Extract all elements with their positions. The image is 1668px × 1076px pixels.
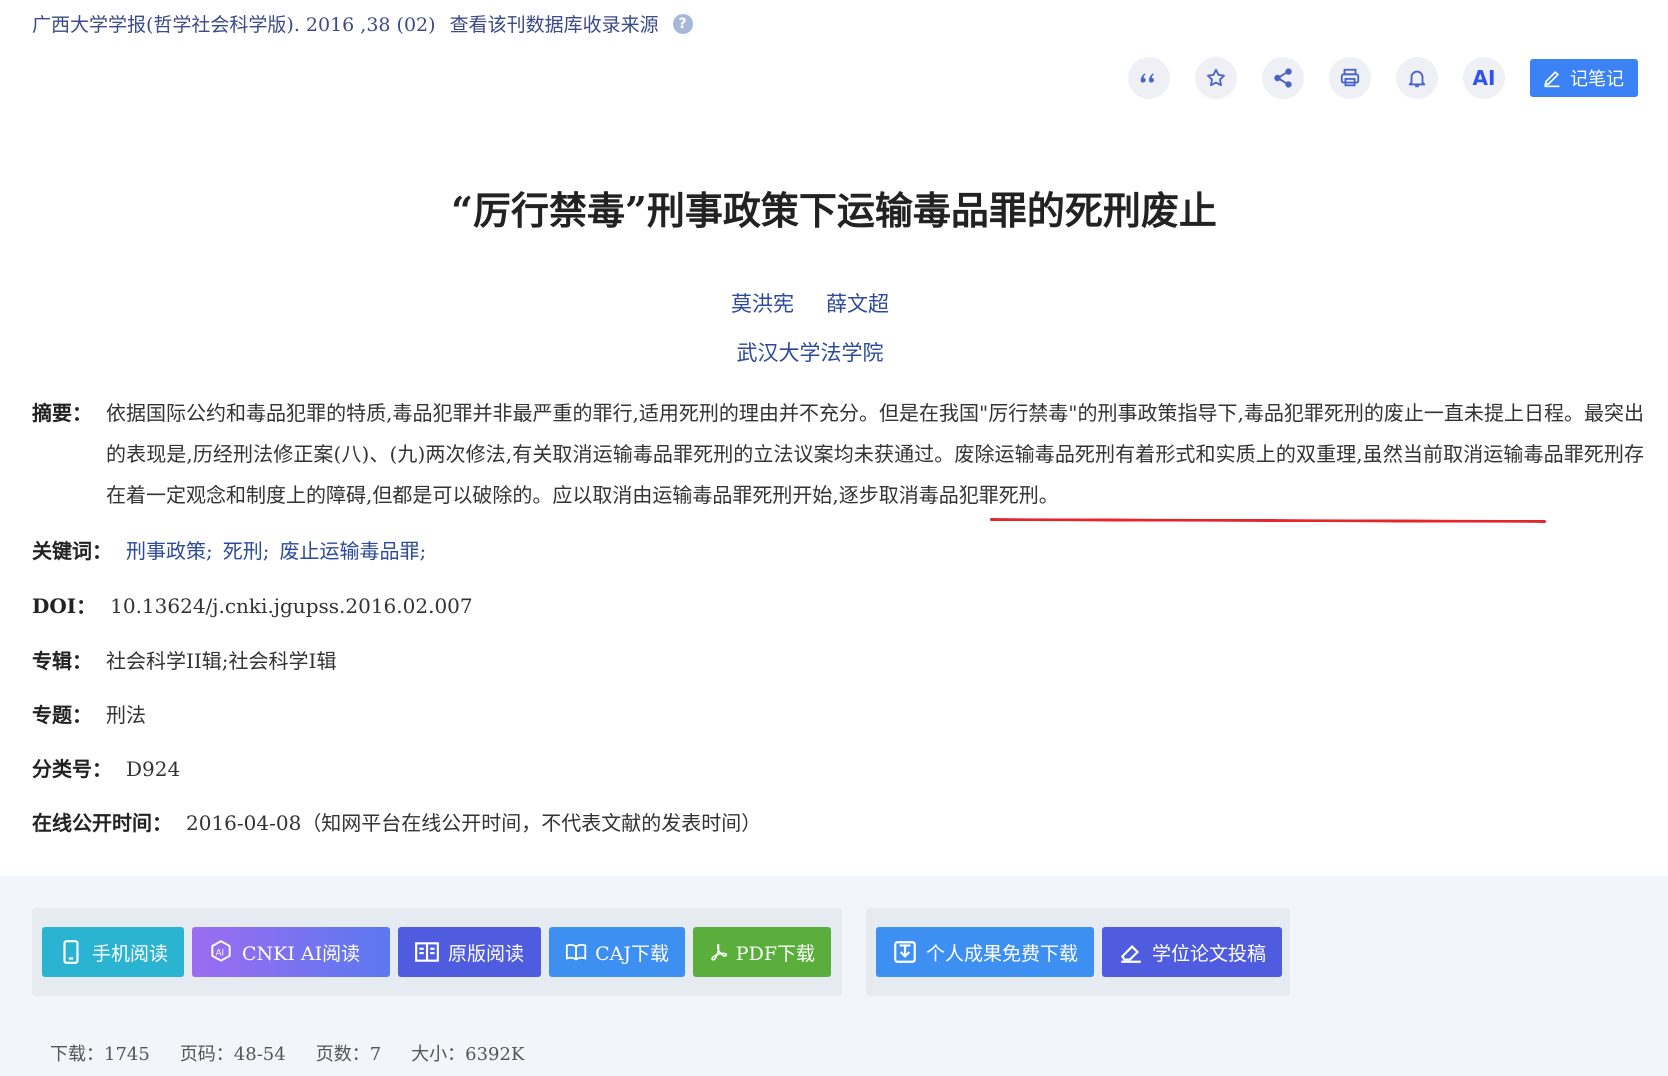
share-button[interactable] xyxy=(1262,57,1304,99)
article-page: 广西大学学报(哲学社会科学版). 2016 ,38 (02) 查看该刊数据库收录… xyxy=(0,0,1668,1076)
thesis-submit-button[interactable]: 学位论文投稿 xyxy=(1102,927,1283,977)
book-open-icon xyxy=(415,942,439,962)
share-icon xyxy=(1274,68,1292,88)
cnki-ai-read-button[interactable]: AI CNKI AI阅读 xyxy=(192,927,390,977)
svg-text:AI: AI xyxy=(216,948,224,958)
download-box-icon xyxy=(894,941,916,963)
abstract: 摘要： 依据国际公约和毒品犯罪的特质,毒品犯罪并非最严重的罪行,适用死刑的理由并… xyxy=(32,393,1644,516)
caj-download-button[interactable]: CAJ下载 xyxy=(549,927,685,977)
keywords-label: 关键词： xyxy=(32,539,112,563)
cnki-ai-read-label: CNKI AI阅读 xyxy=(242,942,361,965)
class-label: 分类号： xyxy=(32,757,112,781)
online-date-label: 在线公开时间： xyxy=(32,811,172,835)
phone-icon xyxy=(63,940,79,964)
source-line: 广西大学学报(哲学社会科学版). 2016 ,38 (02) 查看该刊数据库收录… xyxy=(32,10,693,37)
take-note-button[interactable]: 记笔记 xyxy=(1530,59,1638,97)
personal-group: 个人成果免费下载 学位论文投稿 xyxy=(866,908,1290,996)
notify-button[interactable] xyxy=(1396,57,1438,99)
printer-icon xyxy=(1340,68,1360,87)
topic-value: 刑法 xyxy=(106,703,146,727)
author-link[interactable]: 薛文超 xyxy=(826,288,889,318)
file-size: 大小：6392K xyxy=(411,1044,525,1065)
bell-icon xyxy=(1408,70,1426,88)
print-button[interactable] xyxy=(1329,57,1371,99)
book-icon xyxy=(565,944,587,961)
help-icon[interactable]: ? xyxy=(672,13,693,34)
series-label: 专辑： xyxy=(32,649,92,673)
doi-label: DOI： xyxy=(32,594,97,618)
topic-row: 专题： 刑法 xyxy=(32,699,146,728)
pdf-download-button[interactable]: PDF下载 xyxy=(693,927,831,977)
topic-label: 专题： xyxy=(32,703,92,727)
star-icon xyxy=(1207,68,1225,87)
database-source-link[interactable]: 查看该刊数据库收录来源 xyxy=(450,10,659,37)
keyword-link[interactable]: 废止运输毒品罪; xyxy=(280,535,427,564)
ai-button[interactable]: AI xyxy=(1463,57,1505,99)
author-list: 莫洪宪 薛文超 xyxy=(0,288,1620,318)
journal-link[interactable]: 广西大学学报(哲学社会科学版). 2016 ,38 (02) xyxy=(32,10,436,37)
original-read-label: 原版阅读 xyxy=(448,942,525,965)
series-value: 社会科学II辑;社会科学I辑 xyxy=(106,649,337,673)
favorite-button[interactable] xyxy=(1195,57,1237,99)
reading-download-group: 手机阅读 AI CNKI AI阅读 原版阅读 CAJ下载 PDF下载 xyxy=(32,908,842,996)
series-row: 专辑： 社会科学II辑;社会科学I辑 xyxy=(32,645,336,674)
quote-icon xyxy=(1140,73,1154,83)
keyword-link[interactable]: 死刑; xyxy=(223,535,270,564)
mobile-read-button[interactable]: 手机阅读 xyxy=(42,927,184,977)
personal-free-download-label: 个人成果免费下载 xyxy=(925,942,1078,965)
stats-row: 下载：1745 页码：48-54 页数：7 大小：6392K xyxy=(50,1040,524,1066)
cite-button[interactable] xyxy=(1128,57,1170,99)
personal-free-download-button[interactable]: 个人成果免费下载 xyxy=(876,927,1094,977)
ai-label: AI xyxy=(1472,66,1496,90)
download-count: 下载：1745 xyxy=(50,1044,150,1065)
online-date-row: 在线公开时间： 2016-04-08（知网平台在线公开时间，不代表文献的发表时间… xyxy=(32,807,761,836)
mobile-read-label: 手机阅读 xyxy=(91,942,168,965)
abstract-label: 摘要： xyxy=(32,401,92,425)
doi-row: DOI： 10.13624/j.cnki.jgupss.2016.02.007 xyxy=(32,590,473,619)
keyword-link[interactable]: 刑事政策; xyxy=(126,535,213,564)
pdf-download-label: PDF下载 xyxy=(735,942,815,965)
eraser-pen-icon xyxy=(1120,945,1141,963)
keywords-row: 关键词： 刑事政策; 死刑; 废止运输毒品罪; xyxy=(32,535,436,564)
pdf-icon xyxy=(711,943,728,961)
thesis-submit-label: 学位论文投稿 xyxy=(1152,942,1267,965)
online-date-value: 2016-04-08（知网平台在线公开时间，不代表文献的发表时间） xyxy=(186,811,762,835)
page-count: 页数：7 xyxy=(315,1044,382,1065)
class-value: D924 xyxy=(126,757,181,781)
toolbar: AI 记笔记 xyxy=(1128,57,1638,99)
page-range: 页码：48-54 xyxy=(179,1044,286,1065)
ai-chip-icon: AI xyxy=(211,940,231,962)
affiliation-link[interactable]: 武汉大学法学院 xyxy=(0,337,1620,367)
take-note-label: 记笔记 xyxy=(1570,69,1624,90)
author-link[interactable]: 莫洪宪 xyxy=(731,288,794,318)
class-row: 分类号： D924 xyxy=(32,753,180,782)
red-annotation-underline xyxy=(989,518,1547,523)
original-read-button[interactable]: 原版阅读 xyxy=(398,927,541,977)
article-title: “厉行禁毒”刑事政策下运输毒品罪的死刑废止 xyxy=(451,188,1217,233)
caj-download-label: CAJ下载 xyxy=(595,942,669,965)
abstract-text: 依据国际公约和毒品犯罪的特质,毒品犯罪并非最严重的罪行,适用死刑的理由并不充分。… xyxy=(106,401,1644,507)
doi-value: 10.13624/j.cnki.jgupss.2016.02.007 xyxy=(110,594,473,618)
pencil-icon xyxy=(1544,70,1560,88)
